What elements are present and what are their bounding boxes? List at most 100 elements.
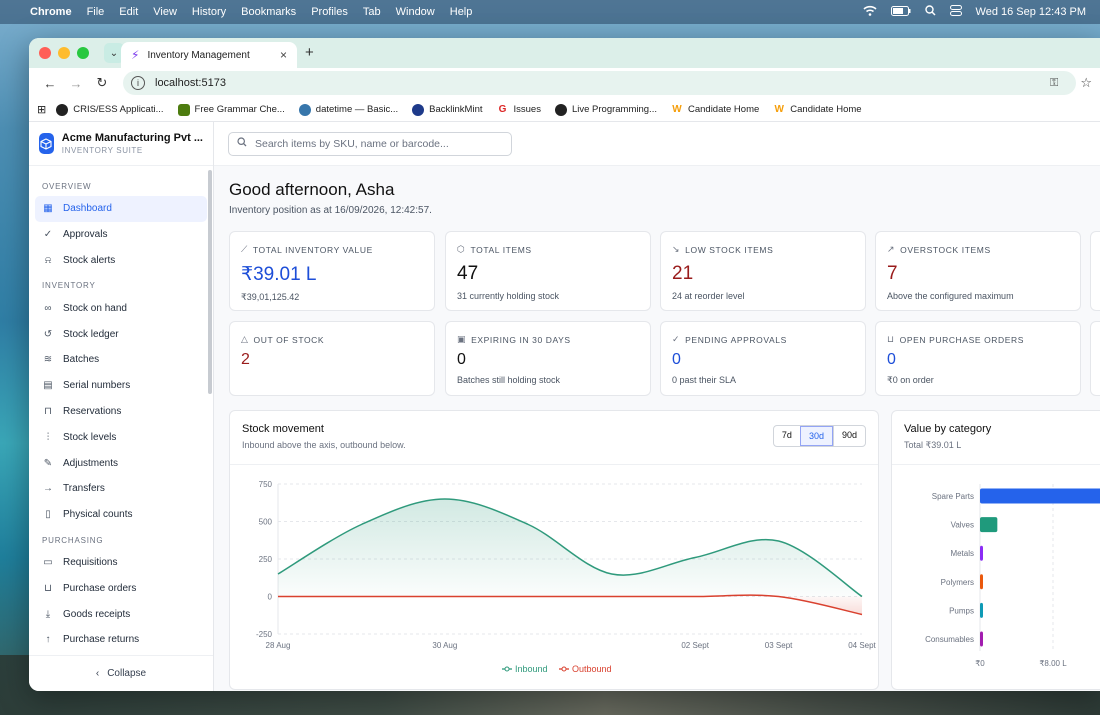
suite-subtitle: INVENTORY SUITE — [61, 146, 143, 155]
address-bar[interactable]: i localhost:5173 ⚿ — [123, 71, 1077, 95]
range-selector: 7d 30d 90d — [772, 425, 866, 447]
kpi-card-overstock-items[interactable]: ↗ OVERSTOCK ITEMS 7 Above the configured … — [875, 231, 1081, 311]
spotlight-icon[interactable] — [924, 5, 936, 19]
sidebar-item-label: Physical counts — [63, 509, 133, 521]
maximize-window-button[interactable] — [77, 47, 89, 59]
kpi-card-low-stock-items[interactable]: ↘ LOW STOCK ITEMS 21 24 at reorder level — [660, 231, 866, 311]
site-info-icon[interactable]: i — [131, 76, 145, 90]
python-icon — [298, 103, 311, 116]
bookmark-item[interactable]: datetime — Basic... — [298, 103, 398, 116]
sidebar-item-dashboard[interactable]: ▦ Dashboard — [35, 196, 207, 222]
sidebar-item-label: Transfers — [63, 483, 105, 495]
sidebar-item-stock-alerts[interactable]: ⍾ Stock alerts — [35, 248, 207, 274]
sidebar-item-approvals[interactable]: ✓ Approvals — [35, 222, 207, 248]
main-content: Search items by SKU, name or barcode... … — [214, 122, 1100, 691]
new-tab-plus-icon[interactable]: + — [305, 44, 314, 61]
kpi-card-open-purchase-orders[interactable]: ⊔ OPEN PURCHASE ORDERS 0 ₹0 on order — [875, 321, 1081, 396]
sidebar: Acme Manufacturing Pvt ... INVENTORY SUI… — [29, 122, 214, 691]
forward-arrow-icon[interactable]: → — [63, 76, 89, 91]
menubar-clock[interactable]: Wed 16 Sep 12:43 PM — [976, 6, 1086, 18]
sidebar-item-label: Approvals — [63, 229, 108, 241]
kpi-card-total-items[interactable]: ⬡ TOTAL ITEMS 47 31 currently holding sto… — [445, 231, 651, 311]
kpi-card-out-of-stock[interactable]: △ OUT OF STOCK 2 — [229, 321, 435, 396]
bookmark-item[interactable]: Live Programming... — [554, 103, 657, 116]
sidebar-item-serial-numbers[interactable]: ▤ Serial numbers — [35, 373, 207, 399]
stock-movement-panel: Stock movement Inbound above the axis, o… — [229, 410, 879, 690]
category-label: Pumps — [949, 606, 974, 615]
search-placeholder: Search items by SKU, name or barcode... — [255, 137, 449, 150]
sidebar-item-label: Stock levels — [63, 431, 117, 443]
control-center-icon[interactable] — [949, 5, 962, 19]
bookmarks-bar: ⊞ CRIS/ESS Applicati... Free Grammar Che… — [29, 98, 1100, 122]
calendar-icon: ▣ — [457, 334, 467, 344]
bookmark-item[interactable]: CRIS/ESS Applicati... — [56, 103, 164, 116]
bookmark-item[interactable]: W Candidate Home — [670, 103, 759, 116]
menu-help[interactable]: Help — [450, 6, 473, 18]
menu-tab[interactable]: Tab — [363, 6, 381, 18]
legend-marker — [504, 666, 510, 672]
search-input[interactable]: Search items by SKU, name or barcode... — [228, 131, 512, 156]
menu-history[interactable]: History — [192, 6, 226, 18]
bookmark-star-icon[interactable]: ☆ — [1080, 75, 1092, 91]
range-30d-button[interactable]: 30d — [799, 426, 833, 446]
sidebar-item-label: Requisitions — [63, 556, 118, 568]
bookmark-item[interactable]: BacklinkMint — [412, 103, 483, 116]
url-text[interactable]: localhost:5173 — [155, 77, 226, 89]
check-icon: ✓ — [43, 229, 53, 241]
sidebar-item-physical-counts[interactable]: ▯ Physical counts — [35, 502, 207, 528]
menu-bookmarks[interactable]: Bookmarks — [241, 6, 296, 18]
close-tab-icon[interactable]: × — [280, 48, 287, 62]
sidebar-item-stock-levels[interactable]: ⫶ Stock levels — [35, 424, 207, 450]
sidebar-item-requisitions[interactable]: ▭ Requisitions — [35, 550, 207, 576]
category-label: Valves — [951, 521, 974, 530]
kpi-subtext: 24 at reorder level — [672, 291, 745, 301]
sidebar-item-batches[interactable]: ≋ Batches — [35, 347, 207, 373]
sidebar-item-stock-ledger[interactable]: ↺ Stock ledger — [35, 321, 207, 347]
menu-app[interactable]: Chrome — [30, 6, 72, 18]
close-window-button[interactable] — [39, 47, 51, 59]
cart-icon: ⊔ — [887, 334, 895, 344]
grammar-icon — [177, 103, 190, 116]
sidebar-item-adjustments[interactable]: ✎ Adjustments — [35, 450, 207, 476]
menu-view[interactable]: View — [153, 6, 177, 18]
wifi-icon[interactable] — [862, 5, 877, 19]
browser-tab-active[interactable]: ⚡ Inventory Management × — [121, 42, 297, 68]
x-tick-label: 30 Aug — [432, 641, 457, 650]
apps-grid-icon[interactable]: ⊞ — [37, 103, 46, 116]
sidebar-item-reservations[interactable]: ⊓ Reservations — [35, 399, 207, 425]
kpi-card-pending-approvals[interactable]: ✓ PENDING APPROVALS 0 0 past their SLA — [660, 321, 866, 396]
w-letter-icon: W — [670, 103, 683, 116]
minimize-window-button[interactable] — [58, 47, 70, 59]
kpi-subtext: 0 past their SLA — [672, 375, 737, 385]
history-icon: ↺ — [43, 328, 53, 340]
category-label: Polymers — [941, 578, 974, 587]
menu-window[interactable]: Window — [396, 6, 435, 18]
sidebar-item-transfers[interactable]: → Transfers — [35, 476, 207, 502]
password-key-icon[interactable]: ⚿ — [1050, 77, 1058, 90]
battery-icon[interactable] — [890, 5, 911, 19]
bookmark-item[interactable]: W Candidate Home — [773, 103, 862, 116]
range-7d-button[interactable]: 7d — [774, 426, 800, 446]
sidebar-item-stock-on-hand[interactable]: ∞ Stock on hand — [35, 295, 207, 321]
sidebar-item-label: Stock ledger — [63, 328, 119, 340]
bookmark-item[interactable]: G Issues — [496, 103, 541, 116]
globe-icon — [554, 103, 567, 116]
category-label: Spare Parts — [932, 492, 974, 501]
range-90d-button[interactable]: 90d — [832, 426, 865, 446]
bookmark-item[interactable]: Free Grammar Che... — [177, 103, 285, 116]
reload-icon[interactable]: ↻ — [89, 75, 115, 91]
menu-edit[interactable]: Edit — [119, 6, 138, 18]
back-arrow-icon[interactable]: ← — [37, 76, 63, 91]
sidebar-item-label: Stock alerts — [63, 254, 116, 266]
kpi-value: 0 — [672, 351, 681, 368]
sidebar-item-purchase-orders[interactable]: ⊔ Purchase orders — [35, 575, 207, 601]
menu-profiles[interactable]: Profiles — [311, 6, 348, 18]
kpi-card-expiring-in-30-days[interactable]: ▣ EXPIRING IN 30 DAYS 0 Batches still hol… — [445, 321, 651, 396]
menu-file[interactable]: File — [87, 6, 105, 18]
sidebar-item-purchase-returns[interactable]: ↑ Purchase returns — [35, 627, 207, 650]
kpi-card-total-inventory-value[interactable]: ⟋ TOTAL INVENTORY VALUE ₹39.01 L ₹39,01,1… — [229, 231, 435, 311]
sidebar-item-goods-receipts[interactable]: ⤓ Goods receipts — [35, 601, 207, 627]
collapse-button[interactable]: ‹ Collapse — [29, 655, 213, 691]
y-tick-label: -250 — [256, 630, 273, 639]
sidebar-scrollbar[interactable] — [208, 170, 212, 394]
